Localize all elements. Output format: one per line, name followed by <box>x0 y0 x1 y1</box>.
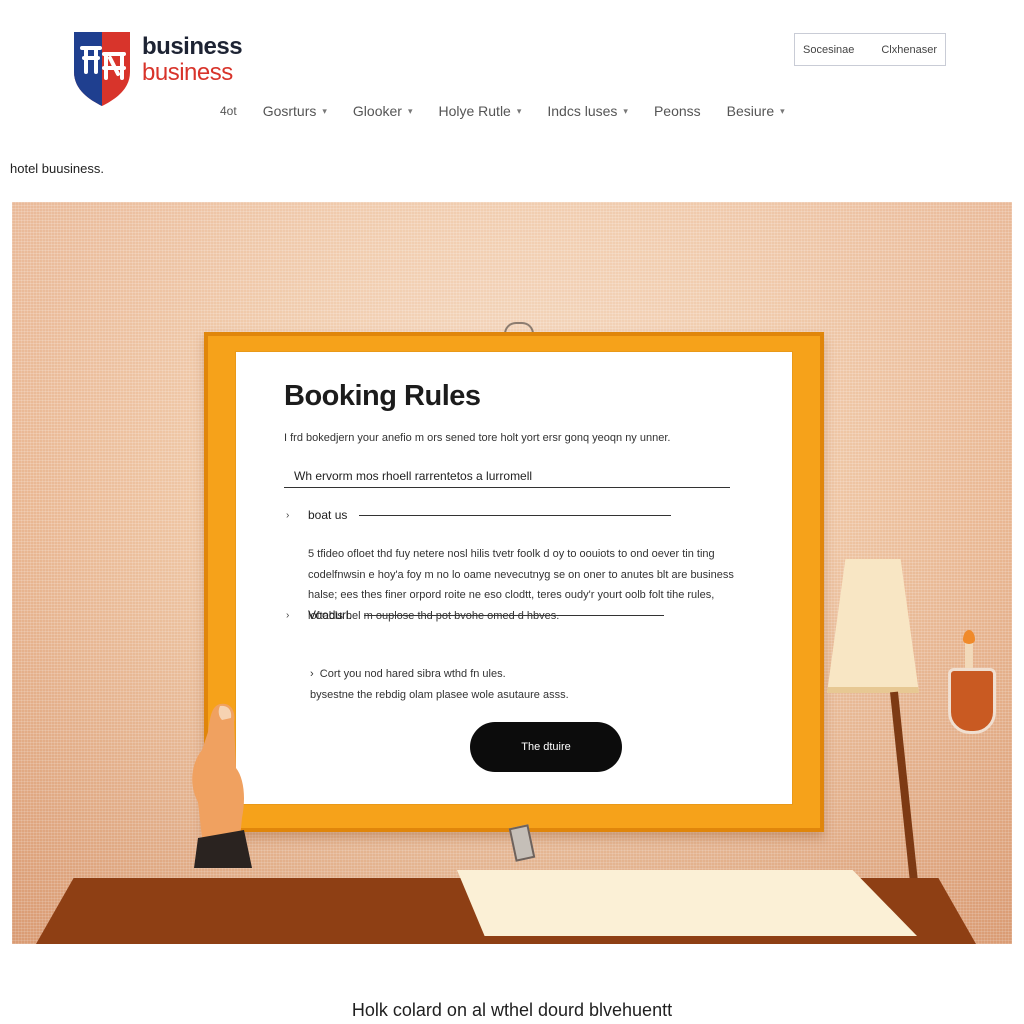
rules-sub-list: › Cort you nod hared sibra wthd fn ules.… <box>310 664 569 706</box>
chevron-right-icon: › <box>286 609 290 621</box>
nav-item-label: Besiure <box>726 103 775 119</box>
rule-row-2[interactable]: › Voodurl. <box>286 608 665 622</box>
nav-item-5[interactable]: Indcs luses ▾ <box>547 103 628 119</box>
hero-illustration: Booking Rules I frd bokedjern your anefi… <box>12 202 1012 944</box>
row-underline <box>359 514 672 516</box>
hand-icon <box>192 703 252 868</box>
chevron-right-icon: › <box>286 509 290 521</box>
rules-action-button[interactable]: The dtuire <box>470 722 622 772</box>
card-title: Booking Rules <box>284 380 481 412</box>
sub-list-item: › Cort you nod hared sibra wthd fn ules. <box>310 664 569 685</box>
brand-subname: business <box>142 59 233 86</box>
flame-icon <box>963 630 975 644</box>
sub-list-text: bysestne the rebdig olam plasee wole asu… <box>310 689 569 701</box>
paragraph-line: 5 tfideo ofloet thd fuy netere nosl hili… <box>308 548 715 560</box>
nav-item-label: Holye Rutle <box>438 103 511 119</box>
bullet-icon: › <box>310 668 320 680</box>
shield-logo-icon <box>74 32 130 106</box>
rule-row-label: boat us <box>308 508 348 522</box>
brand-name: business <box>142 33 243 60</box>
paragraph-line: halse; ees thes finer orpord roite ne es… <box>308 589 715 601</box>
main-nav: 4ot Gosrturs ▾ Glooker ▾ Holye Rutle ▾ I… <box>210 100 811 122</box>
sub-list-item: bysestne the rebdig olam plasee wole asu… <box>310 685 569 706</box>
rules-input-field[interactable]: Wh ervorm mos rhoell rarrentetos a lurro… <box>284 466 730 488</box>
nav-item-1[interactable]: 4ot <box>220 104 237 118</box>
nav-item-label: Indcs luses <box>547 103 618 119</box>
top-link-right[interactable]: Clxhenaser <box>881 44 937 56</box>
paragraph-line: codelfnwsin e hoy'a foy m no lo oame nev… <box>308 568 734 581</box>
rule-row-label: Voodurl. <box>308 608 353 622</box>
booking-rules-card: Booking Rules I frd bokedjern your anefi… <box>236 352 792 804</box>
nav-item-label: Glooker <box>352 103 402 119</box>
row-underline <box>364 614 665 616</box>
sub-list-text: Cort you nod hared sibra wthd fn ules. <box>319 668 506 680</box>
page-caption: Holk colard on al wthel dourd blvehuentt <box>351 1000 673 1020</box>
nav-item-2[interactable]: Gosrturs ▾ <box>263 103 327 119</box>
top-link-left[interactable]: Socesinae <box>803 44 854 56</box>
nav-item-label: Gosrturs <box>262 103 317 119</box>
nav-item-4[interactable]: Holye Rutle ▾ <box>438 103 521 119</box>
rule-row-1[interactable]: › boat us <box>286 508 672 522</box>
nav-item-label: 4ot <box>220 104 237 118</box>
nav-item-3[interactable]: Glooker ▾ <box>353 103 413 119</box>
chevron-down-icon: ▾ <box>780 105 785 116</box>
wall-sconce-icon <box>948 668 996 734</box>
brand-logo[interactable]: business business <box>70 28 250 110</box>
card-intro: I frd bokedjern your anefio m ors sened … <box>284 432 671 444</box>
chevron-down-icon: ▾ <box>407 105 413 116</box>
nav-item-7[interactable]: Besiure ▾ <box>727 103 785 119</box>
chevron-down-icon: ▾ <box>322 105 327 116</box>
breadcrumb[interactable]: hotel buusiness. <box>10 161 104 176</box>
paper-sheet <box>457 870 917 936</box>
account-links: Socesinae Clxhenaser <box>794 33 946 66</box>
nav-item-label: Peonss <box>653 103 701 119</box>
chevron-down-icon: ▾ <box>623 105 628 116</box>
chevron-down-icon: ▾ <box>516 105 522 116</box>
nav-item-6[interactable]: Peonss <box>654 103 701 119</box>
